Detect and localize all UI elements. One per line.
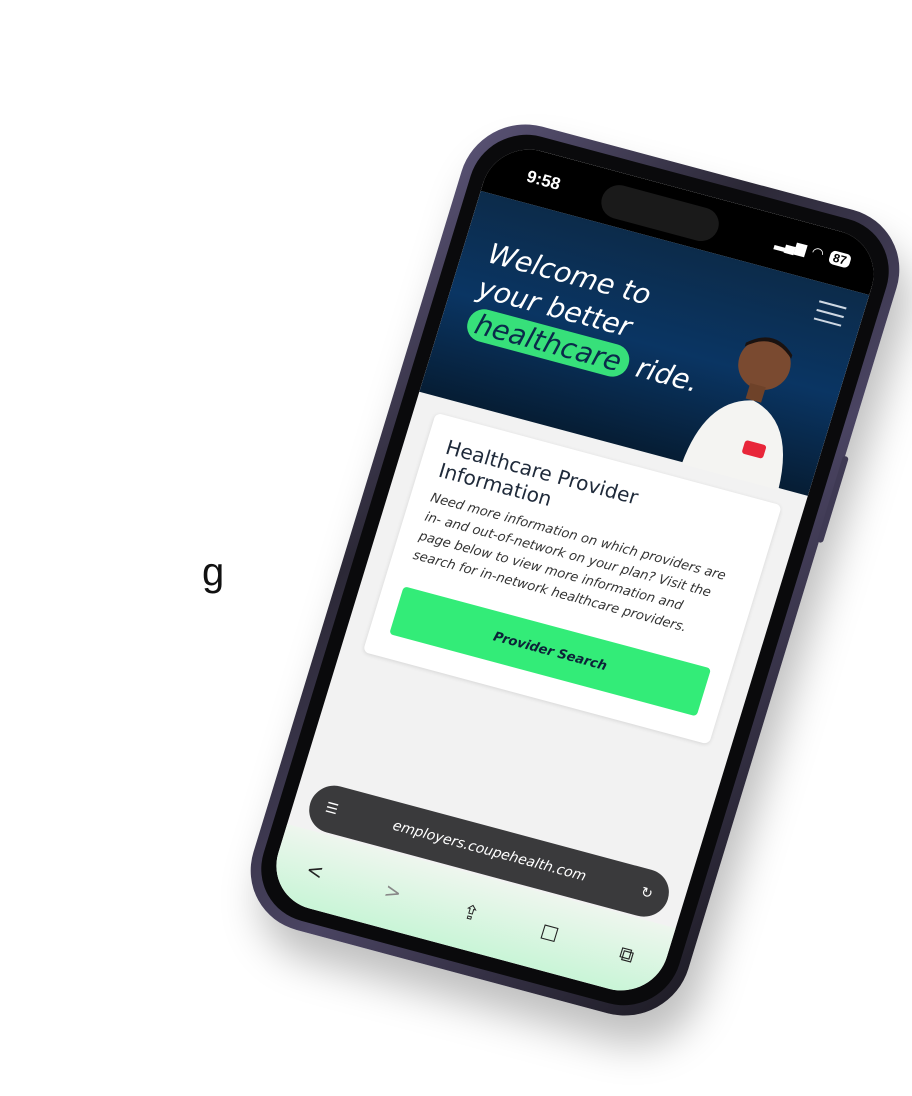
partial-link-text[interactable]: g (202, 550, 224, 595)
wifi-icon: ◠ (809, 243, 827, 262)
status-icons: ▂▄▆ ◠ 87 (773, 233, 853, 269)
hamburger-menu-icon[interactable] (813, 300, 847, 327)
forward-icon[interactable]: > (381, 878, 404, 905)
phone-screen: 9:58 ▂▄▆ ◠ 87 Welcome to your better hea… (264, 139, 886, 1001)
battery-icon: 87 (827, 249, 853, 269)
status-time: 9:58 (524, 166, 563, 194)
phone-bezel: 9:58 ▂▄▆ ◠ 87 Welcome to your better hea… (247, 122, 903, 1018)
back-icon[interactable]: < (303, 857, 326, 884)
bookmarks-icon[interactable]: ☐ (537, 920, 561, 948)
reload-icon[interactable]: ↻ (639, 884, 655, 902)
phone-frame: 9:58 ▂▄▆ ◠ 87 Welcome to your better hea… (234, 110, 912, 1030)
signal-icon: ▂▄▆ (773, 233, 809, 257)
tabs-icon[interactable]: ⧉ (616, 941, 637, 968)
reader-mode-icon[interactable]: ☰ (323, 800, 340, 819)
share-icon[interactable]: ⇪ (459, 899, 482, 926)
